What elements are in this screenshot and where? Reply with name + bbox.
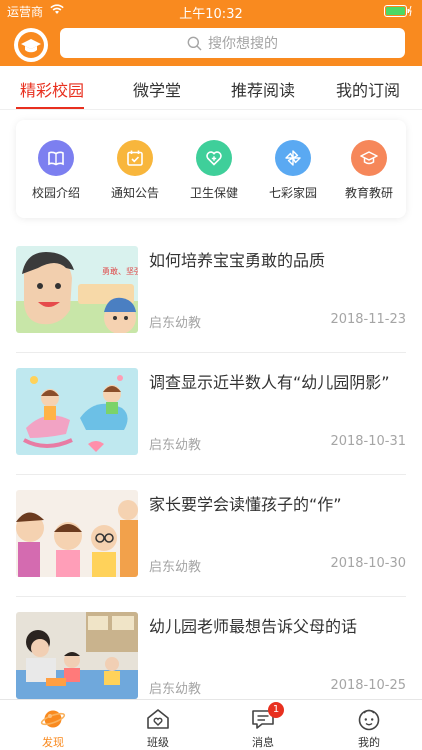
article-title: 如何培养宝宝勇敢的品质 [149,251,326,270]
nav-label: 发现 [42,736,64,749]
book-icon [38,140,74,176]
article-date: 2018-10-30 [330,556,406,571]
bottom-tab-bar: 发现 班级 1 消息 我的 [0,699,422,750]
message-icon: 1 [250,702,284,732]
divider [16,474,406,475]
article-title: 调查显示近半数人有“幼儿园阴影” [149,373,390,392]
category-label: 卫生保健 [189,186,238,200]
thumbnail-caption: 勇敢、坚强 [102,266,138,276]
article-date: 2018-10-31 [330,434,406,449]
article-item[interactable]: 勇敢、坚强 如何培养宝宝勇敢的品质 启东幼教 2018-11-23 [0,246,422,366]
article-thumbnail [16,490,138,577]
app-screen: 运营商 上午10:32 搜你想搜的 精彩校园 微学堂 推荐阅读 我的订阅 校园介… [0,0,422,750]
category-campus-intro[interactable]: 校园介绍 [21,140,91,201]
category-teaching-research[interactable]: 教育教研 [334,140,404,201]
tab-my-subscriptions[interactable]: 我的订阅 [336,77,400,101]
article-source: 启东幼教 [149,316,202,331]
status-time: 上午10:32 [179,7,243,22]
battery-icon [384,5,412,20]
article-thumbnail [16,612,138,699]
tab-micro-class[interactable]: 微学堂 [133,77,181,101]
article-thumbnail: 勇敢、坚强 [16,246,138,333]
article-source: 启东幼教 [149,438,202,453]
category-colorful-home[interactable]: 七彩家园 [258,140,328,201]
tab-recommended-reading[interactable]: 推荐阅读 [231,77,295,101]
nav-messages[interactable]: 1 消息 [233,702,293,750]
divider [16,352,406,353]
active-tab-indicator [16,107,84,109]
article-source: 启东幼教 [149,682,202,697]
category-health[interactable]: 卫生保健 [179,140,249,201]
divider [16,596,406,597]
article-source: 启东幼教 [149,560,202,575]
status-bar: 运营商 上午10:32 [0,0,422,22]
search-input[interactable]: 搜你想搜的 [60,28,405,58]
article-item[interactable]: 调查显示近半数人有“幼儿园阴影” 启东幼教 2018-10-31 [0,368,422,488]
graduation-cap-icon [351,140,387,176]
nav-label: 我的 [358,736,380,749]
category-label: 七彩家园 [268,186,317,200]
article-thumbnail [16,368,138,455]
category-notices[interactable]: 通知公告 [100,140,170,201]
category-label: 教育教研 [344,186,393,200]
nav-mine[interactable]: 我的 [339,706,399,750]
search-placeholder: 搜你想搜的 [208,36,278,52]
planet-icon [40,706,66,732]
nav-label: 消息 [252,736,274,749]
article-item[interactable]: 家长要学会读懂孩子的“作” 启东幼教 2018-10-30 [0,490,422,610]
nav-label: 班级 [147,736,169,749]
article-date: 2018-11-23 [330,312,406,327]
header: 运营商 上午10:32 搜你想搜的 [0,0,422,66]
article-date: 2018-10-25 [330,678,406,693]
school-logo-icon[interactable] [14,28,48,62]
nav-class[interactable]: 班级 [128,706,188,750]
tab-campus[interactable]: 精彩校园 [20,77,84,101]
search-icon [187,36,202,50]
health-heart-icon [196,140,232,176]
category-label: 校园介绍 [31,186,80,200]
category-tabs: 精彩校园 微学堂 推荐阅读 我的订阅 [0,66,422,110]
pinwheel-icon [275,140,311,176]
house-heart-icon [145,706,171,732]
category-label: 通知公告 [110,186,159,200]
article-title: 幼儿园老师最想告诉父母的话 [149,617,358,636]
unread-badge: 1 [268,702,284,718]
calendar-icon [117,140,153,176]
nav-discover[interactable]: 发现 [23,706,83,750]
child-face-icon [356,706,382,732]
article-title: 家长要学会读懂孩子的“作” [149,495,342,514]
category-grid: 校园介绍 通知公告 卫生保健 七彩家园 教育教研 [16,120,406,218]
